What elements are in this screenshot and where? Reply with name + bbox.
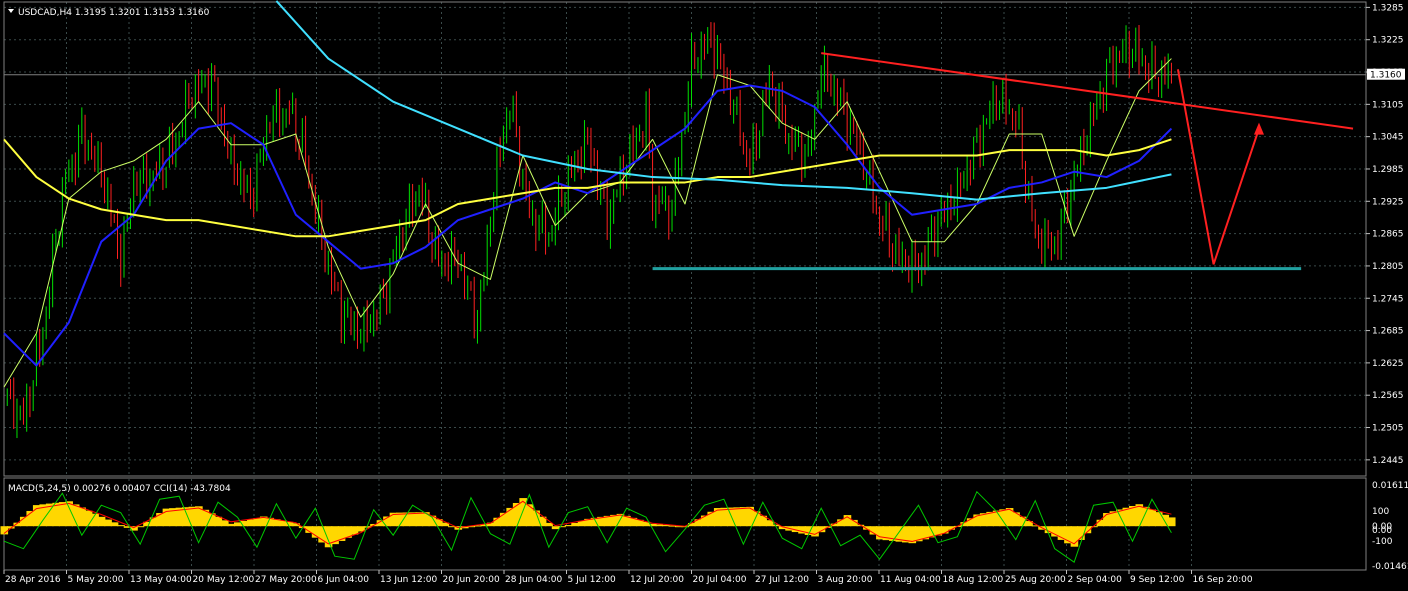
macd-bar (1051, 526, 1059, 537)
macd-bar (1103, 513, 1111, 527)
time-tick-label: 20 May 12:00 (193, 575, 255, 585)
macd-bar (694, 519, 703, 527)
macd-bar (558, 526, 566, 528)
macd-bar (700, 515, 709, 527)
price-tick-label: 1.2565 (1372, 391, 1404, 401)
macd-bar (253, 517, 262, 527)
macd-bar (104, 519, 112, 527)
current-price-label: 1.3160 (1370, 71, 1402, 81)
indicator-tick-label: 0.01611 (1372, 481, 1408, 491)
macd-bar (214, 516, 223, 527)
macd-bar (739, 507, 748, 527)
macd-bar (564, 525, 573, 527)
time-tick-label: 20 Jul 04:00 (693, 575, 747, 585)
macd-bar (720, 507, 729, 527)
time-tick-label: 28 Jun 04:00 (505, 575, 562, 585)
macd-bar (940, 526, 949, 534)
macd-bar (409, 512, 417, 527)
indicator-tick-label: -0.01461 (1372, 562, 1408, 572)
macd-bar (571, 522, 579, 527)
time-tick-label: 16 Sep 20:00 (1193, 575, 1253, 585)
time-tick-label: 5 Jul 12:00 (568, 575, 617, 585)
macd-bar (1161, 514, 1170, 527)
time-tick-label: 25 Aug 20:00 (1005, 575, 1066, 585)
macd-bar (78, 507, 86, 527)
price-tick-label: 1.2445 (1372, 456, 1404, 466)
price-tick-label: 1.2985 (1372, 165, 1404, 175)
price-tick-label: 1.3225 (1372, 36, 1404, 46)
macd-bar (188, 506, 197, 527)
time-tick-label: 12 Jul 20:00 (630, 575, 684, 585)
indicator-tick-label: 0.00 (1372, 526, 1392, 536)
time-tick-label: 6 Jun 04:00 (318, 575, 370, 585)
price-tick-label: 1.2745 (1372, 294, 1404, 304)
time-tick-label: 28 Apr 2016 (5, 575, 61, 585)
macd-bar (117, 525, 125, 527)
price-tick-label: 1.2505 (1372, 424, 1404, 434)
time-tick-label: 2 Sep 04:00 (1068, 575, 1123, 585)
chart-root: 1.32851.32251.31651.31051.30451.29851.29… (0, 0, 1408, 591)
time-tick-label: 27 Jul 12:00 (755, 575, 809, 585)
macd-bar (415, 512, 424, 527)
macd-bar (97, 516, 106, 527)
macd-bar (992, 510, 1001, 527)
macd-bar (1135, 504, 1144, 527)
macd-bar (1154, 512, 1163, 527)
time-tick-label: 13 Jun 12:00 (380, 575, 437, 585)
time-tick-label: 5 May 20:00 (68, 575, 124, 585)
time-tick-label: 9 Sep 12:00 (1130, 575, 1185, 585)
time-tick-label: 13 May 04:00 (130, 575, 192, 585)
macd-bar (136, 526, 145, 528)
time-tick-label: 20 Jun 20:00 (443, 575, 500, 585)
macd-bar (1141, 506, 1150, 527)
macd-bar (551, 526, 560, 530)
time-tick-label: 18 Aug 12:00 (943, 575, 1004, 585)
price-tick-label: 1.2685 (1372, 327, 1404, 337)
price-tick-label: 1.2865 (1372, 230, 1404, 240)
price-tick-label: 1.3285 (1372, 3, 1404, 13)
macd-bar (655, 524, 664, 527)
price-tick-label: 1.3045 (1372, 133, 1404, 143)
indicator-tick-label: -100 (1372, 537, 1393, 547)
indicator-tick-label: 100 (1372, 507, 1389, 517)
macd-bar (110, 522, 119, 527)
price-tick-label: 1.2805 (1372, 262, 1404, 272)
macd-bar (58, 502, 67, 527)
time-tick-label: 11 Aug 04:00 (880, 575, 941, 585)
macd-bar (1148, 509, 1157, 527)
time-tick-label: 3 Aug 20:00 (818, 575, 873, 585)
macd-bar (227, 523, 236, 527)
time-tick-label: 27 May 20:00 (255, 575, 317, 585)
macd-bar (221, 520, 229, 527)
symbol-ohlc-header: USDCAD,H4 1.3195 1.3201 1.3153 1.3160 (18, 8, 210, 18)
macd-bar (512, 502, 521, 527)
indicator-header: MACD(5,24,5) 0.00276 0.00407 CCI(14) -43… (8, 484, 231, 494)
macd-bar (525, 504, 534, 527)
price-tick-label: 1.3105 (1372, 100, 1404, 110)
price-tick-label: 1.2925 (1372, 197, 1404, 207)
macd-bar (246, 519, 255, 527)
macd-bar (233, 522, 242, 527)
price-tick-label: 1.2625 (1372, 359, 1404, 369)
macd-bar (726, 507, 735, 527)
macd-bar (506, 507, 514, 527)
macd-bar (1167, 517, 1176, 527)
